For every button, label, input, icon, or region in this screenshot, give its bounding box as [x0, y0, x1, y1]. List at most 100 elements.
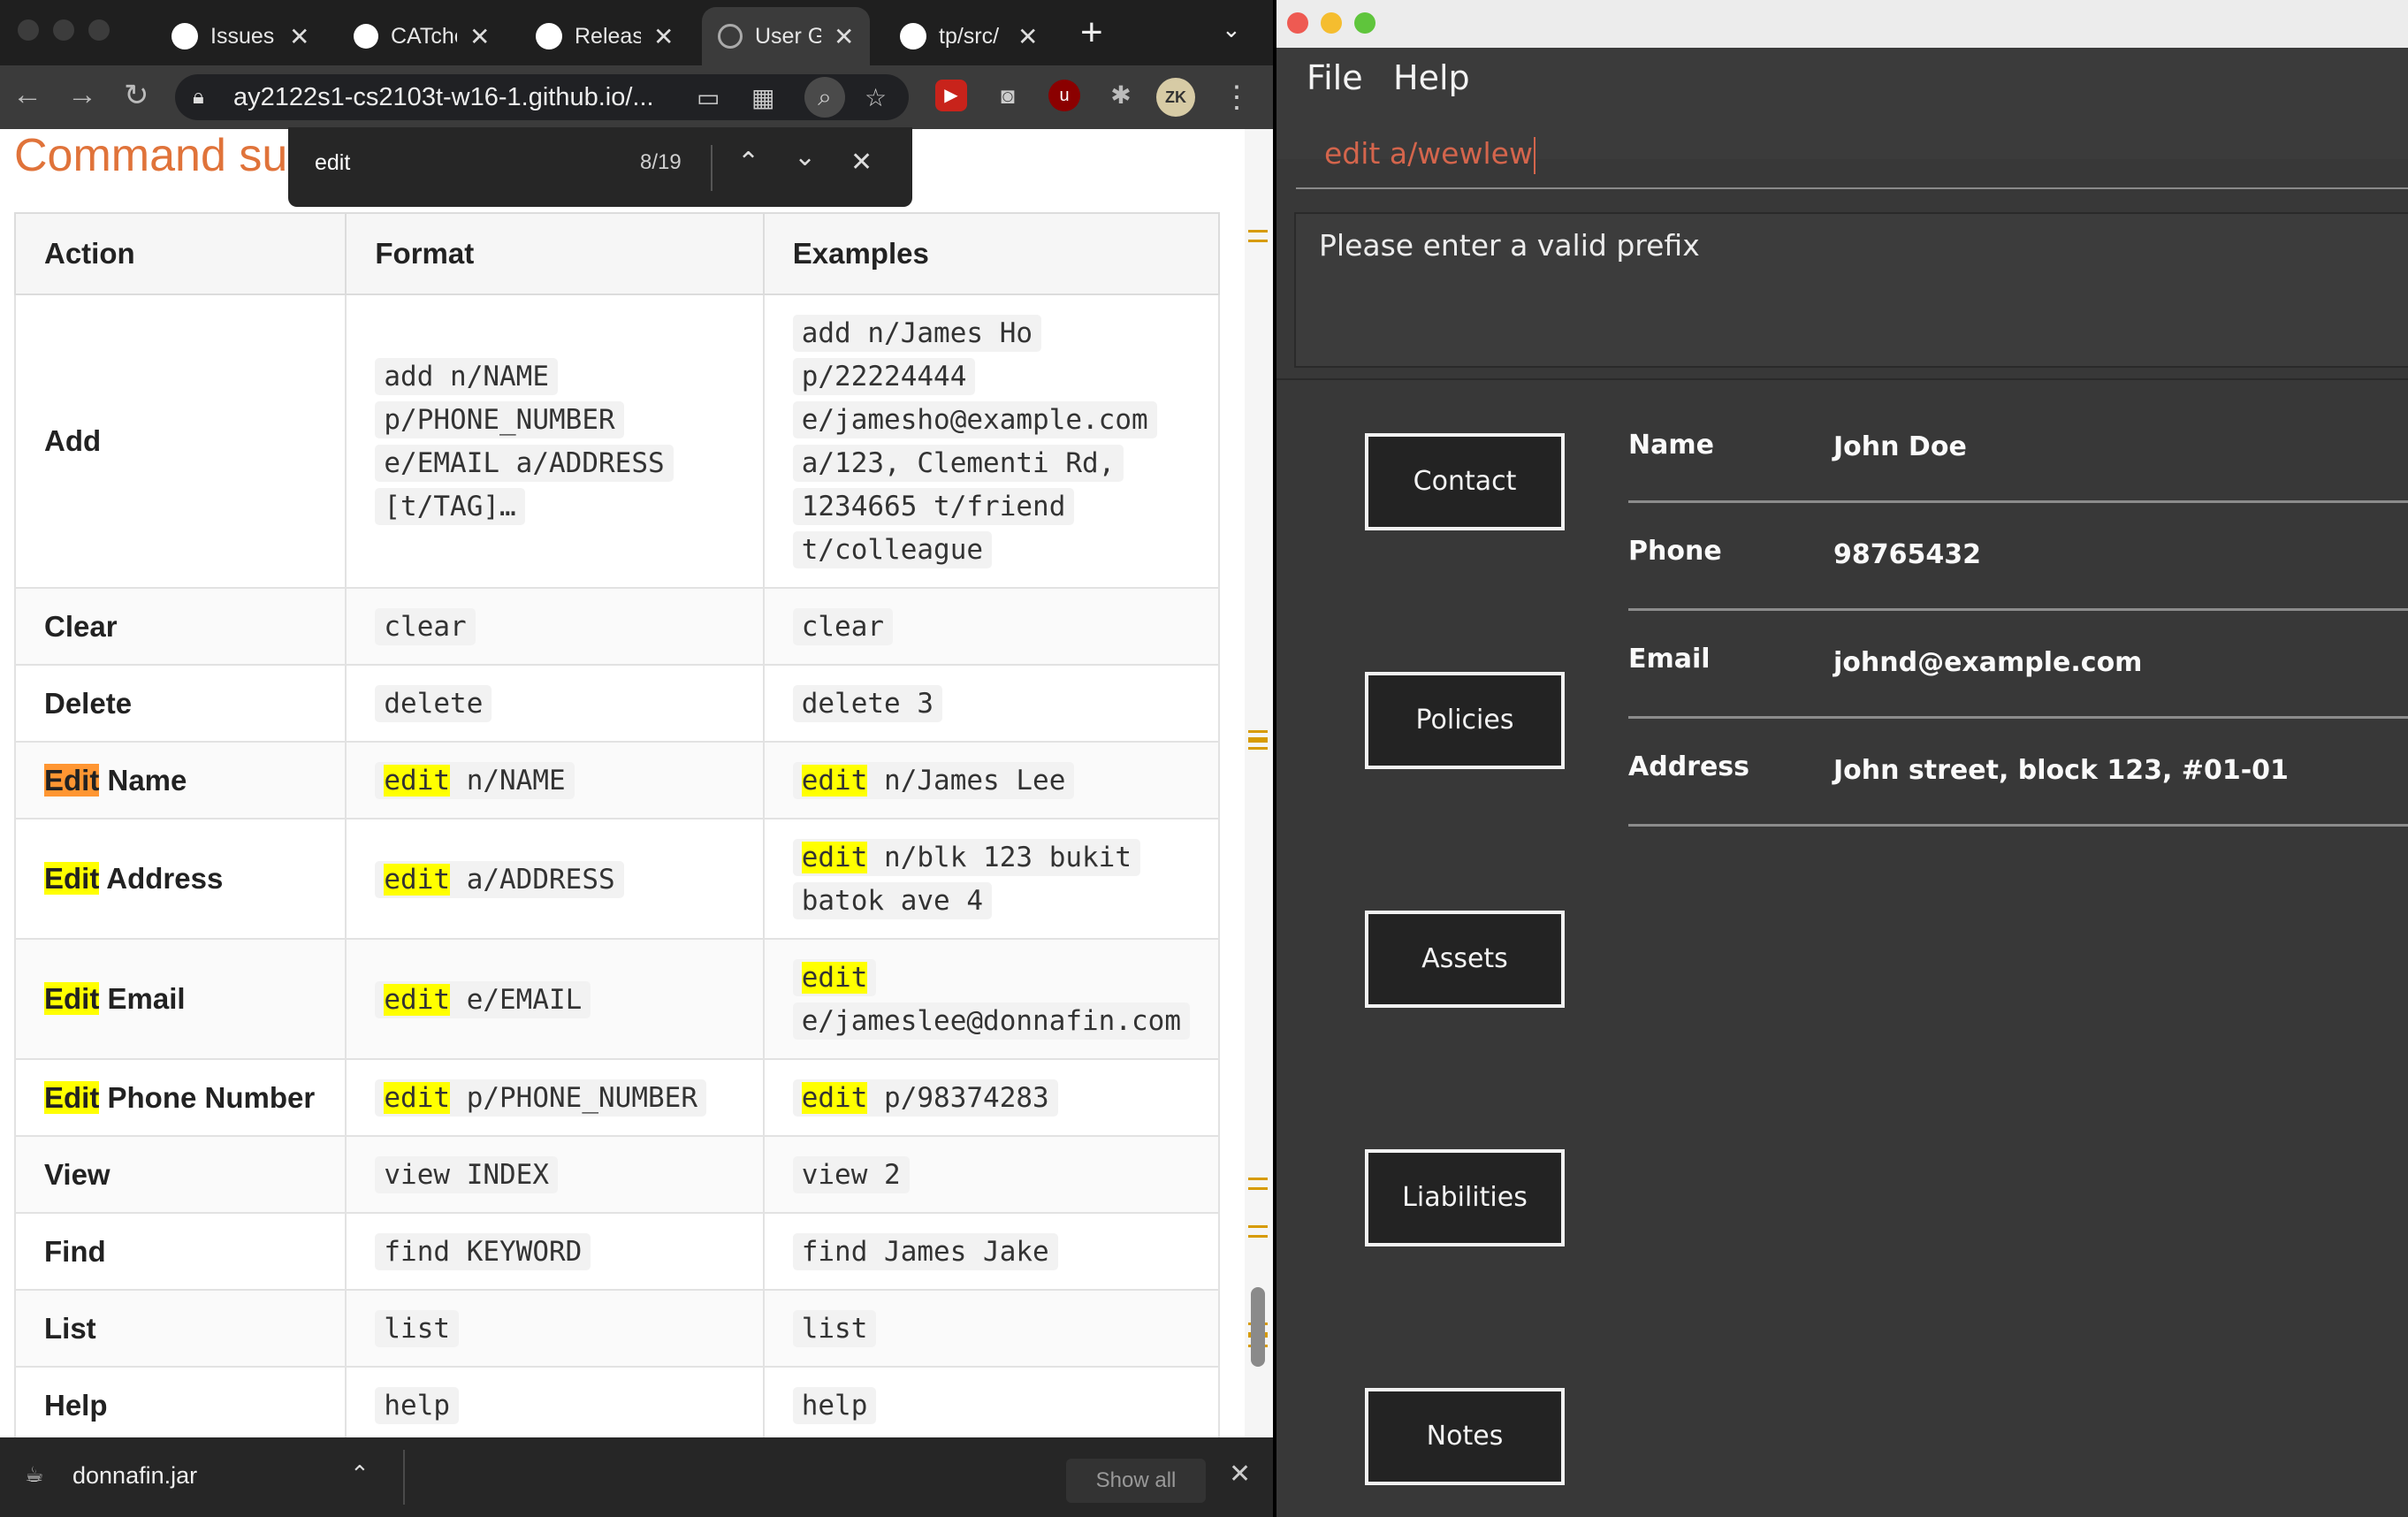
- tab-releases[interactable]: Releas ✕: [520, 7, 690, 65]
- zoom-window-icon[interactable]: [1354, 12, 1375, 34]
- format-cell: clear: [345, 587, 765, 666]
- cell-text: Email: [99, 982, 186, 1015]
- back-icon[interactable]: ←: [12, 78, 42, 112]
- tab-catcher[interactable]: CATche✕: [338, 7, 506, 65]
- close-tab-icon[interactable]: ✕: [1017, 22, 1038, 51]
- youtube-extension-icon[interactable]: ▶: [935, 80, 967, 111]
- tab-tp-src[interactable]: tp/src/✕: [884, 7, 1054, 65]
- tab-strip: Issues✕ CATche✕ Releas✕ User G✕ tp/src/✕…: [0, 0, 1273, 65]
- menu-file[interactable]: File: [1307, 58, 1363, 97]
- cell-text: e/jameslee@donnafin.com: [801, 1005, 1181, 1037]
- find-match-marker: [1248, 1178, 1268, 1190]
- cell-text: e/EMAIL: [450, 983, 583, 1016]
- close-tab-icon[interactable]: ✕: [653, 22, 674, 51]
- example-cell: edit n/blk 123 bukit batok ave 4: [762, 818, 1221, 940]
- close-window-icon[interactable]: [1287, 12, 1308, 34]
- code-snippet: clear: [375, 608, 476, 645]
- column-header: Examples: [762, 212, 1221, 295]
- code-snippet: view 2: [792, 1156, 910, 1193]
- tab-issues[interactable]: Issues ✕: [156, 7, 325, 65]
- example-cell: delete 3: [762, 664, 1221, 743]
- example-cell: clear: [762, 587, 1221, 666]
- search-match: edit: [801, 1082, 868, 1114]
- example-cell: edit n/James Lee: [762, 741, 1221, 819]
- new-tab-button[interactable]: +: [1080, 11, 1103, 55]
- table-row: Add add n/NAME p/PHONE_NUMBER e/EMAIL a/A…: [13, 293, 1221, 589]
- camera-extension-icon[interactable]: ◙: [992, 80, 1024, 111]
- detail-divider: [1628, 716, 2408, 719]
- scrollbar-thumb[interactable]: [1251, 1287, 1265, 1367]
- chevron-up-icon[interactable]: ⌃: [350, 1460, 370, 1488]
- close-tab-icon[interactable]: ✕: [289, 22, 309, 51]
- browser-window: Issues✕ CATche✕ Releas✕ User G✕ tp/src/✕…: [0, 0, 1273, 1517]
- find-in-page-icon[interactable]: ⌕: [804, 77, 845, 118]
- cell-text: add n/NAME p/PHONE_NUMBER e/EMAIL a/ADDR…: [384, 361, 665, 522]
- tab-contact-button[interactable]: Contact: [1365, 433, 1565, 530]
- close-window-icon[interactable]: [18, 19, 39, 41]
- action-cell: Add: [13, 293, 347, 589]
- command-box[interactable]: edit a/wewlew: [1296, 122, 2408, 189]
- format-cell: edit p/PHONE_NUMBER: [345, 1058, 765, 1137]
- browser-menu-icon[interactable]: ⋮: [1222, 80, 1252, 115]
- scrollbar[interactable]: [1245, 129, 1273, 1437]
- format-cell: help: [345, 1366, 765, 1437]
- tab-assets-button[interactable]: Assets: [1365, 911, 1565, 1008]
- close-tab-icon[interactable]: ✕: [834, 22, 854, 51]
- find-match-marker: [1248, 737, 1268, 750]
- minimize-window-icon[interactable]: [53, 19, 74, 41]
- code-snippet: edit n/James Lee: [792, 762, 1075, 799]
- forward-icon[interactable]: →: [67, 78, 97, 112]
- example-cell: edit e/jameslee@donnafin.com: [762, 938, 1221, 1060]
- cell-text: Name: [99, 763, 187, 797]
- close-download-bar-icon[interactable]: ✕: [1229, 1459, 1251, 1490]
- tab-notes-button[interactable]: Notes: [1365, 1388, 1565, 1485]
- close-tab-icon[interactable]: ✕: [469, 22, 490, 51]
- catcher-icon: [354, 24, 378, 49]
- find-input[interactable]: edit: [315, 150, 350, 176]
- table-row: Edit Phone Number edit p/PHONE_NUMBER edit…: [13, 1058, 1221, 1137]
- command-input[interactable]: edit a/wewlew: [1324, 136, 1535, 174]
- cell-text: Help: [44, 1388, 108, 1422]
- address-value: John street, block 123, #01-01: [1833, 755, 2289, 786]
- tab-search-icon[interactable]: ⌄: [1222, 16, 1241, 43]
- extensions-puzzle-icon[interactable]: ✱: [1105, 80, 1137, 111]
- address-label: Address: [1628, 751, 1750, 782]
- address-bar[interactable]: 🔒︎ ay2122s1-cs2103t-w16-1.github.io/... …: [175, 74, 909, 120]
- menu-help[interactable]: Help: [1393, 58, 1470, 97]
- show-all-button[interactable]: Show all: [1066, 1459, 1206, 1503]
- url-text[interactable]: ay2122s1-cs2103t-w16-1.github.io/...: [233, 83, 654, 112]
- cell-text: find KEYWORD: [384, 1236, 583, 1268]
- cell-text: list: [384, 1313, 451, 1345]
- table-row: Edit Name edit n/NAME edit n/James Lee: [13, 741, 1221, 819]
- minimize-window-icon[interactable]: [1321, 12, 1342, 34]
- download-divider: [403, 1450, 405, 1505]
- example-cell: list: [762, 1289, 1221, 1368]
- find-close-icon[interactable]: ✕: [850, 147, 873, 178]
- tab-user-guide[interactable]: User G ✕: [702, 7, 871, 65]
- code-snippet: view INDEX: [375, 1156, 559, 1193]
- bookmark-star-icon[interactable]: ☆: [865, 83, 887, 112]
- profile-avatar[interactable]: ZK: [1156, 78, 1195, 117]
- search-match: edit: [384, 765, 451, 797]
- reload-icon[interactable]: ↻: [124, 78, 149, 113]
- action-cell: Clear: [13, 587, 347, 666]
- table-header-row: Action Format Examples: [13, 212, 1221, 295]
- table-row: List list list: [13, 1289, 1221, 1368]
- find-next-icon[interactable]: ⌄: [794, 141, 816, 172]
- qr-code-icon[interactable]: ▦: [751, 83, 774, 112]
- zoom-window-icon[interactable]: [88, 19, 110, 41]
- cast-icon[interactable]: ▭: [697, 83, 720, 112]
- email-value: johnd@example.com: [1833, 647, 2143, 678]
- ublock-icon[interactable]: u: [1048, 80, 1080, 111]
- lock-icon[interactable]: 🔒︎: [193, 85, 204, 110]
- code-snippet: edit p/98374283: [792, 1079, 1058, 1117]
- cell-text: Address: [99, 862, 224, 895]
- download-filename[interactable]: donnafin.jar: [72, 1462, 197, 1490]
- search-match: edit: [384, 863, 451, 896]
- code-snippet: list: [792, 1310, 877, 1347]
- tab-liabilities-button[interactable]: Liabilities: [1365, 1149, 1565, 1246]
- format-cell: edit a/ADDRESS: [345, 818, 765, 940]
- code-snippet: edit n/blk 123 bukit batok ave 4: [792, 839, 1141, 919]
- find-previous-icon[interactable]: ⌃: [737, 147, 759, 178]
- tab-policies-button[interactable]: Policies: [1365, 672, 1565, 769]
